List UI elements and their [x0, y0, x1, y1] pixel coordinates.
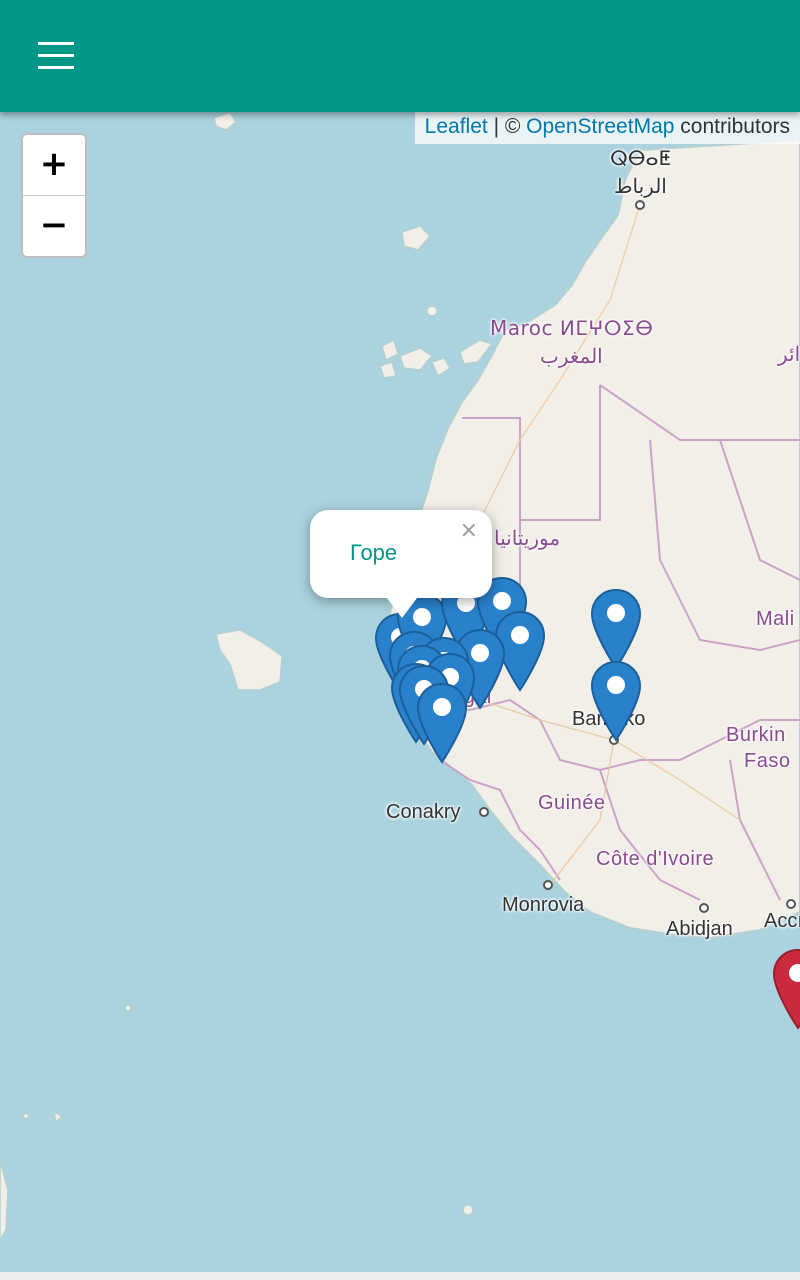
map-label-cote-divoire: Côte d'Ivoire — [596, 848, 715, 870]
popup-tip — [384, 594, 420, 618]
map-marker[interactable] — [416, 682, 468, 766]
map-marker-red[interactable] — [772, 948, 800, 1032]
leaflet-link[interactable]: Leaflet — [425, 115, 488, 138]
map-label-guinee: Guinée — [538, 792, 606, 814]
popup-close-button[interactable]: × — [460, 518, 478, 543]
popup-place-link[interactable]: Горе — [350, 540, 397, 566]
openstreetmap-link[interactable]: OpenStreetMap — [526, 115, 674, 138]
map-label-rabat-arabic: الرباط — [614, 176, 667, 198]
zoom-control: + − — [21, 133, 87, 258]
map-label-accra-partial: Accı — [764, 910, 800, 932]
attribution-suffix: contributors — [674, 115, 790, 138]
map-label-conakry: Conakry — [386, 801, 461, 823]
map-label-mauritania: موريتانيا — [494, 528, 561, 550]
hamburger-menu-icon[interactable] — [26, 34, 86, 78]
map-marker[interactable] — [590, 660, 642, 744]
bottom-strip — [0, 1272, 800, 1280]
map-attribution: Leaflet | © OpenStreetMap contributors — [414, 112, 800, 144]
attribution-separator: | © — [487, 115, 527, 138]
map-view[interactable]: ⵕⴱⴰⵟ الرباط Maroc ⵍⵎⵖⵔⵉⴱ المغرب ائر موري… — [0, 0, 800, 1272]
map-label-morocco: Maroc ⵍⵎⵖⵔⵉⴱ — [490, 316, 654, 340]
map-label-mali: Mali — [756, 608, 795, 630]
map-label-burkina-line2: Faso — [744, 750, 791, 772]
zoom-in-button[interactable]: + — [23, 135, 85, 196]
zoom-out-button[interactable]: − — [23, 196, 85, 256]
cape-verde — [215, 629, 283, 691]
map-label-monrovia: Monrovia — [502, 894, 585, 916]
app-bar — [0, 0, 800, 112]
map-label-burkina-line1: Burkin — [726, 724, 786, 746]
map-label-abidjan: Abidjan — [666, 918, 733, 940]
map-label-morocco-arabic: المغرب — [540, 346, 603, 368]
map-label-algeria-partial: ائر — [778, 344, 800, 366]
map-label-rabat-tifinagh: ⵕⴱⴰⵟ — [610, 146, 671, 170]
map-popup: Горе × — [310, 510, 492, 598]
